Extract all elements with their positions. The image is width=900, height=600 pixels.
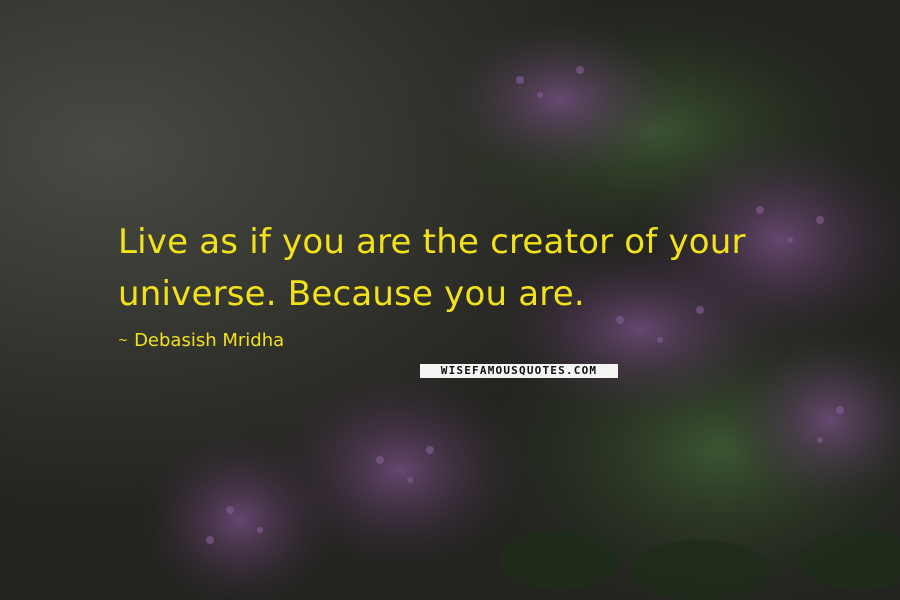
author-attribution: ~ Debasish Mridha [118,330,284,351]
quote-line-2: universe. Because you are. [118,274,585,314]
quote-text: Live as if you are the creator of your u… [118,216,818,320]
quote-line-1: Live as if you are the creator of your [118,222,746,262]
author-name: Debasish Mridha [134,330,285,351]
tilde-icon: ~ [118,333,129,347]
watermark-text: WISEFAMOUSQUOTES.COM [440,364,598,377]
watermark-badge: WISEFAMOUSQUOTES.COM [420,364,618,378]
